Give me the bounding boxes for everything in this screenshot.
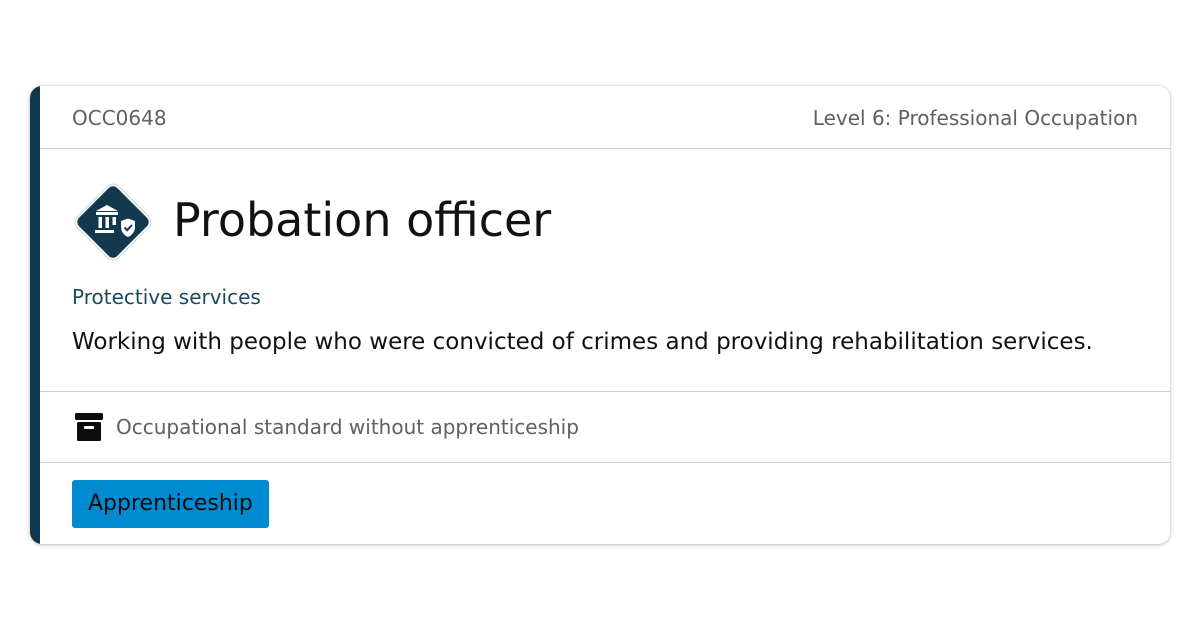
route-label: Protective services	[72, 285, 261, 309]
occupation-code: OCC0648	[72, 106, 167, 130]
card-accent-bar	[30, 86, 40, 544]
status-row: Occupational standard without apprentice…	[40, 392, 1170, 463]
tags-row: Apprenticeship	[40, 463, 1170, 544]
status-text: Occupational standard without apprentice…	[116, 415, 579, 439]
occupation-level: Level 6: Professional Occupation	[812, 106, 1138, 130]
protective-services-icon	[73, 182, 153, 262]
archive-box-icon	[75, 413, 103, 441]
occupation-card: OCC0648 Level 6: Professional Occupation…	[30, 86, 1170, 544]
card-body: Probation officer Protective services Wo…	[40, 149, 1170, 392]
occupation-title: Probation officer	[173, 193, 552, 247]
occupation-description: Working with people who were convicted o…	[72, 329, 1093, 355]
card-header: OCC0648 Level 6: Professional Occupation	[40, 86, 1170, 149]
apprenticeship-tag-button[interactable]: Apprenticeship	[72, 480, 269, 528]
